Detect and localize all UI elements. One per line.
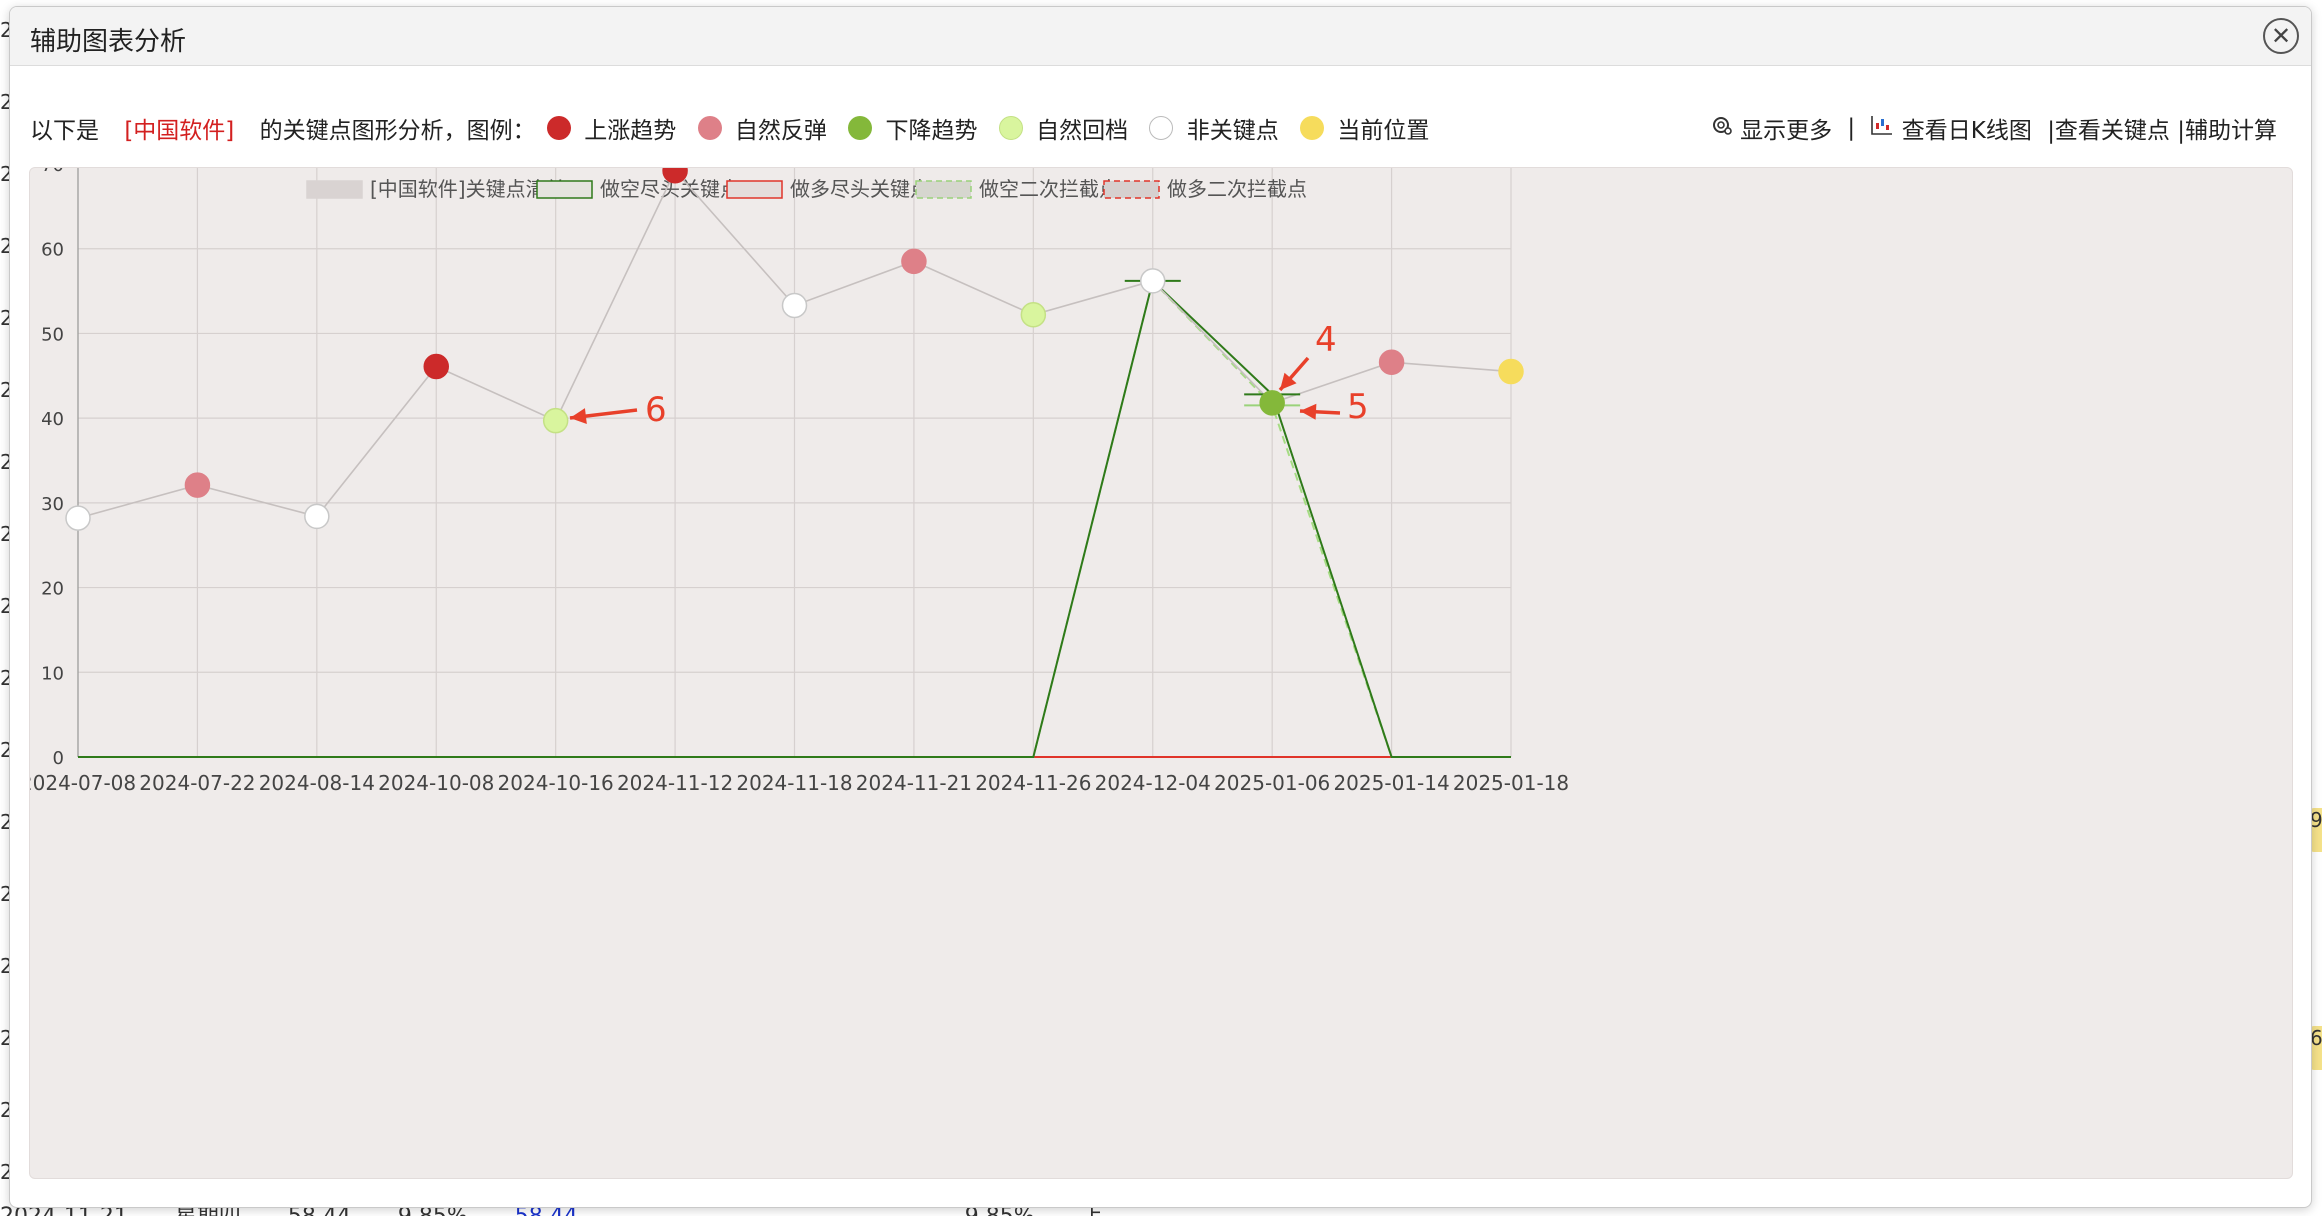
aux-calc-link[interactable]: |辅助计算 — [2177, 111, 2277, 145]
legend-prefix: 以下是 — [30, 118, 99, 144]
x-tick-label: 2024-11-26 — [975, 771, 1091, 795]
legend-label: 做多尽头关键点 — [790, 177, 930, 201]
y-tick-label: 20 — [41, 579, 64, 600]
show-more-link[interactable]: 显示更多 — [1740, 111, 1832, 145]
legend-swatch — [536, 180, 593, 199]
falling-trend-dot-icon — [848, 116, 873, 140]
data-point — [1020, 302, 1047, 328]
x-tick-label: 2024-11-21 — [856, 771, 972, 795]
candlestick-chart-icon[interactable] — [1870, 114, 1894, 142]
data-point — [901, 248, 927, 275]
data-point — [304, 503, 330, 530]
stock-name: [中国软件] — [124, 118, 235, 144]
link-separator: | — [1847, 115, 1856, 141]
data-point — [423, 353, 449, 380]
legend-swatch — [1103, 180, 1160, 199]
legend-label-falling: 下降趋势 — [885, 118, 978, 144]
y-tick-label: 10 — [41, 663, 64, 684]
data-point — [1140, 268, 1166, 294]
annotation-5: 5 — [1347, 387, 1369, 427]
legend-label-rising: 上涨趋势 — [584, 118, 677, 144]
natural-pullback-dot-icon — [998, 116, 1023, 140]
x-tick-label: 2024-07-08 — [30, 771, 136, 795]
chart-dialog: 辅助图表分析 ✕ 以下是 [中国软件] 的关键点图形分析，图例： 上涨趋势 自然… — [9, 6, 2312, 1208]
x-tick-label: 2024-08-14 — [259, 771, 375, 795]
close-icon[interactable]: ✕ — [2263, 18, 2299, 54]
dialog-titlebar: 辅助图表分析 ✕ — [10, 7, 2311, 66]
data-point — [781, 292, 808, 319]
eye-settings-icon[interactable] — [1711, 114, 1733, 142]
legend-bar: 以下是 [中国软件] 的关键点图形分析，图例： 上涨趋势 自然反弹 下降趋势 自… — [30, 111, 1429, 145]
legend-label-nonkey: 非关键点 — [1186, 118, 1279, 144]
y-tick-label: 0 — [53, 748, 64, 769]
x-tick-label: 2024-10-08 — [378, 771, 494, 795]
y-tick-label: 40 — [41, 409, 64, 430]
data-point — [1498, 358, 1524, 385]
x-tick-label: 2025-01-14 — [1333, 771, 1449, 795]
legend-swatch — [915, 180, 972, 199]
data-point — [1378, 349, 1405, 375]
current-position-dot-icon — [1300, 116, 1325, 140]
legend-label: 做多二次拦截点 — [1167, 177, 1307, 201]
y-tick-label: 30 — [41, 494, 64, 515]
legend-label-current: 当前位置 — [1337, 118, 1430, 144]
data-point — [65, 505, 91, 531]
y-tick-label: 60 — [41, 240, 64, 261]
non-key-point-dot-icon — [1149, 116, 1174, 140]
legend-suffix: 的关键点图形分析，图例： — [259, 118, 536, 144]
legend-label: 做空二次拦截点 — [979, 177, 1119, 201]
legend-label-pullback: 自然回档 — [1036, 118, 1129, 144]
y-tick-label: 70 — [41, 168, 64, 176]
legend-label-rebound: 自然反弹 — [734, 118, 827, 144]
annotation-4: 4 — [1315, 320, 1337, 360]
legend-swatch — [726, 180, 783, 199]
daily-kline-link[interactable]: 查看日K线图 — [1902, 111, 2032, 145]
rising-trend-dot-icon — [546, 116, 571, 140]
data-point — [184, 472, 211, 498]
y-tick-label: 50 — [41, 324, 64, 345]
data-point — [542, 407, 569, 434]
data-point — [1259, 390, 1285, 416]
toolbar-links: 显示更多 | 查看日K线图 |查看关键点 |辅助计算 — [1711, 111, 2277, 145]
x-tick-label: 2024-11-12 — [617, 771, 733, 795]
x-tick-label: 2024-07-22 — [139, 771, 255, 795]
x-tick-label: 2024-10-16 — [498, 771, 614, 795]
key-point-line-chart: 0102030405060702024-07-082024-07-222024-… — [30, 168, 1569, 795]
legend-swatch — [306, 180, 363, 199]
annotation-arrow-5-head — [1300, 403, 1317, 420]
chart-panel: 0102030405060702024-07-082024-07-222024-… — [29, 167, 2293, 1179]
x-tick-label: 2024-12-04 — [1095, 771, 1211, 795]
x-tick-label: 2024-11-18 — [736, 771, 852, 795]
natural-rebound-dot-icon — [697, 116, 722, 140]
key-points-link[interactable]: |查看关键点 — [2047, 111, 2170, 145]
annotation-6: 6 — [645, 390, 667, 430]
dialog-title: 辅助图表分析 — [30, 27, 187, 57]
x-tick-label: 2025-01-06 — [1214, 771, 1330, 795]
x-tick-label: 2025-01-18 — [1453, 771, 1569, 795]
